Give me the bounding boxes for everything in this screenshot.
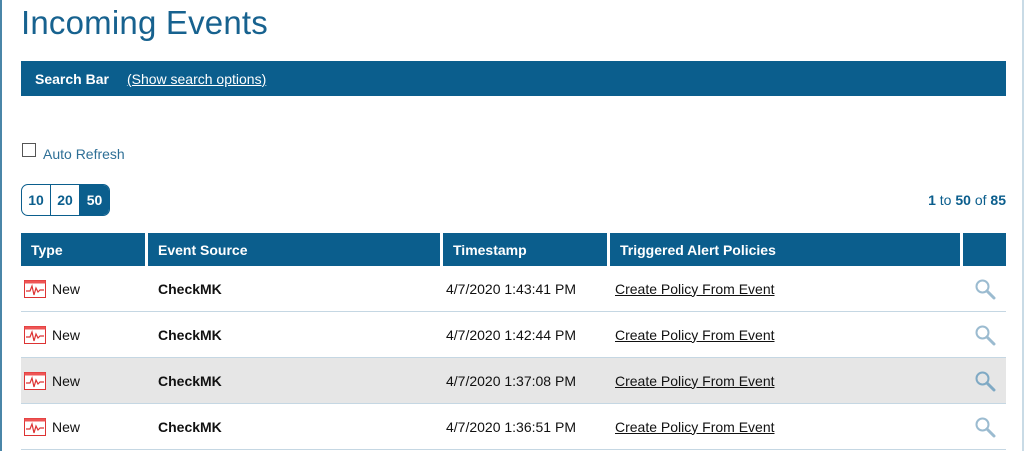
auto-refresh: Auto Refresh (22, 138, 125, 162)
event-pulse-icon (24, 325, 46, 344)
table-row[interactable]: New CheckMK 4/7/2020 1:42:44 PM Create P… (21, 312, 1006, 358)
actions-cell (963, 370, 1006, 392)
column-header-triggered-alert-policies[interactable]: Triggered Alert Policies (610, 233, 963, 266)
policy-cell: Create Policy From Event (610, 327, 963, 343)
event-source-cell: CheckMK (158, 372, 222, 389)
magnifier-icon[interactable] (974, 324, 996, 346)
event-pulse-icon (24, 371, 46, 390)
table-row[interactable]: New CheckMK 4/7/2020 1:37:08 PM Create P… (21, 358, 1006, 404)
policy-cell: Create Policy From Event (610, 281, 963, 297)
column-header-event-source[interactable]: Event Source (148, 233, 443, 266)
magnifier-icon[interactable] (974, 416, 996, 438)
timestamp-cell: 4/7/2020 1:37:08 PM (446, 372, 576, 389)
event-pulse-icon (24, 279, 46, 298)
type-label: New (52, 326, 81, 343)
create-policy-link[interactable]: Create Policy From Event (615, 281, 775, 297)
search-bar: Search Bar (Show search options) (21, 61, 1006, 96)
page-size-10-button[interactable]: 10 (22, 185, 51, 215)
range-from: 1 (928, 192, 936, 208)
type-cell: New (21, 279, 148, 298)
type-label: New (52, 372, 81, 389)
event-source-cell: CheckMK (158, 418, 222, 435)
type-cell: New (21, 371, 148, 390)
create-policy-link[interactable]: Create Policy From Event (615, 327, 775, 343)
range-to-word: to (939, 192, 952, 208)
actions-cell (963, 324, 1006, 346)
page-size-20-button[interactable]: 20 (51, 185, 80, 215)
type-label: New (52, 280, 81, 297)
timestamp-cell: 4/7/2020 1:42:44 PM (446, 326, 576, 343)
range-total: 85 (990, 192, 1006, 208)
column-header-timestamp[interactable]: Timestamp (443, 233, 610, 266)
page-border-left (0, 0, 2, 451)
event-source-cell: CheckMK (158, 326, 222, 343)
auto-refresh-checkbox[interactable] (22, 143, 36, 157)
type-cell: New (21, 325, 148, 344)
table-row[interactable]: New CheckMK 4/7/2020 1:43:41 PM Create P… (21, 266, 1006, 312)
timestamp-cell: 4/7/2020 1:43:41 PM (446, 280, 576, 297)
result-range: 1 to 50 of 85 (928, 192, 1006, 208)
show-search-options-link[interactable]: (Show search options) (127, 71, 266, 87)
events-table: Type Event Source Timestamp Triggered Al… (21, 233, 1006, 450)
event-source-cell: CheckMK (158, 280, 222, 297)
create-policy-link[interactable]: Create Policy From Event (615, 373, 775, 389)
search-bar-label: Search Bar (35, 70, 109, 87)
type-label: New (52, 418, 81, 435)
table-row[interactable]: New CheckMK 4/7/2020 1:36:51 PM Create P… (21, 404, 1006, 450)
column-header-type[interactable]: Type (21, 233, 148, 266)
type-cell: New (21, 417, 148, 436)
actions-cell (963, 278, 1006, 300)
auto-refresh-label[interactable]: Auto Refresh (43, 146, 125, 162)
range-to: 50 (955, 192, 971, 208)
policy-cell: Create Policy From Event (610, 419, 963, 435)
timestamp-cell: 4/7/2020 1:36:51 PM (446, 418, 576, 435)
create-policy-link[interactable]: Create Policy From Event (615, 419, 775, 435)
magnifier-icon[interactable] (974, 370, 996, 392)
column-header-actions (963, 233, 1006, 266)
page-size-50-button[interactable]: 50 (80, 185, 109, 215)
table-header: Type Event Source Timestamp Triggered Al… (21, 233, 1006, 266)
page-title: Incoming Events (21, 4, 268, 41)
actions-cell (963, 416, 1006, 438)
range-of-word: of (974, 192, 987, 208)
policy-cell: Create Policy From Event (610, 373, 963, 389)
event-pulse-icon (24, 417, 46, 436)
page-size-selector: 10 20 50 (21, 184, 110, 216)
magnifier-icon[interactable] (974, 278, 996, 300)
